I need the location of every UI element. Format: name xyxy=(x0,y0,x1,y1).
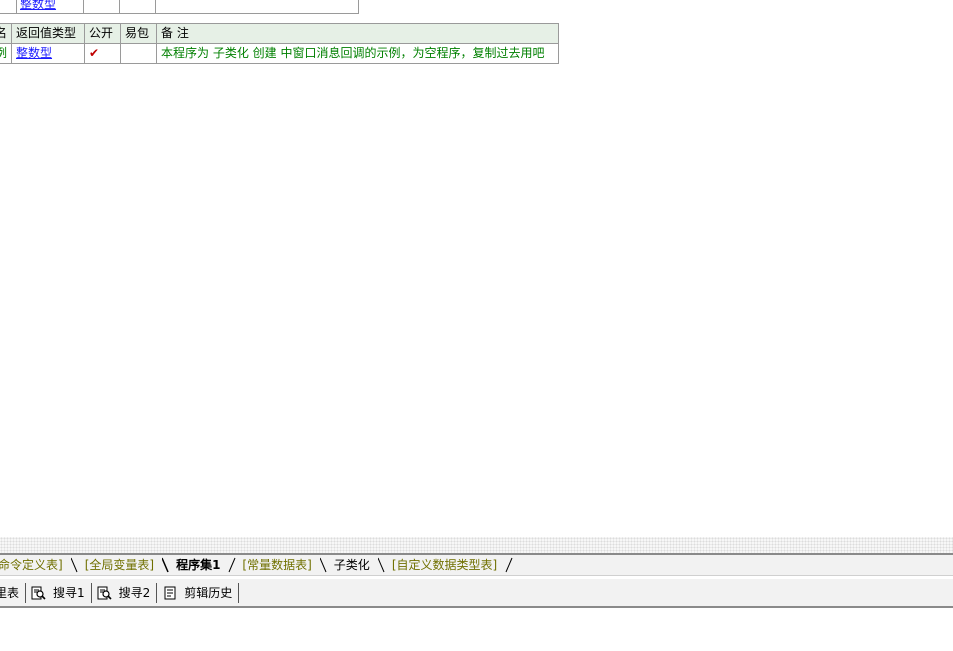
table-row: 整数型 xyxy=(0,0,359,14)
tab-separator xyxy=(377,556,386,574)
header-return-type: 返回值类型 xyxy=(11,23,85,44)
return-type-cell[interactable]: 整数型 xyxy=(16,0,84,14)
check-icon: ✔ xyxy=(89,46,100,60)
name-cell[interactable]: 例 xyxy=(0,43,12,64)
header-remark: 备 注 xyxy=(156,23,559,44)
remark-cell[interactable]: 本程序为 子类化 创建 中窗口消息回调的示例，为空程序，复制过去用吧 xyxy=(156,43,559,64)
toolbar-item-label: 搜寻2 xyxy=(118,586,151,600)
tab-constants[interactable]: [常量数据表] xyxy=(236,556,319,574)
tab-separator xyxy=(70,556,79,574)
tab-bar: 命令定义表] [全局变量表] 程序集1 [常量数据表] 子类化 [自定义数据类型… xyxy=(0,553,953,576)
table-header-row: 名 返回值类型 公开 易包 备 注 xyxy=(0,23,559,44)
header-name: 名 xyxy=(0,23,12,44)
clipboard-doc-icon xyxy=(162,586,178,600)
search1-button[interactable]: 搜寻1 xyxy=(26,582,92,603)
splitter-band[interactable] xyxy=(0,537,953,553)
tab-separator xyxy=(319,556,328,574)
table-cell[interactable] xyxy=(155,0,359,14)
easy-pack-cell[interactable] xyxy=(120,43,157,64)
tab-custom-data-types[interactable]: [自定义数据类型表] xyxy=(386,556,505,574)
bottom-toolbar: 里表 搜寻1 搜寻2 剪辑历史 xyxy=(0,578,953,608)
tab-separator xyxy=(162,556,170,574)
type-link[interactable]: 整数型 xyxy=(20,0,56,11)
tab-variable-table[interactable]: 里表 xyxy=(0,582,27,603)
editor-root: 整数型 名 返回值类型 公开 易包 备 注 例 整数型 ✔ 本程序为 子类化 创… xyxy=(0,0,953,651)
top-partial-table: 整数型 xyxy=(0,0,359,14)
table-cell[interactable] xyxy=(119,0,156,14)
search2-button[interactable]: 搜寻2 xyxy=(92,582,158,603)
tab-global-variables[interactable]: [全局变量表] xyxy=(79,556,162,574)
search-doc-icon xyxy=(31,586,47,600)
toolbar-item-label: 里表 xyxy=(0,586,20,600)
toolbar-item-label: 搜寻1 xyxy=(53,586,85,600)
tab-separator xyxy=(228,556,236,574)
search-doc-icon xyxy=(97,586,113,600)
table-cell[interactable] xyxy=(83,0,120,14)
toolbar-item-label: 剪辑历史 xyxy=(184,586,233,600)
tab-program-set-1[interactable]: 程序集1 xyxy=(170,556,228,574)
public-checkbox[interactable]: ✔ xyxy=(84,43,121,64)
header-easy-pack: 易包 xyxy=(120,23,157,44)
tab-command-definition[interactable]: 命令定义表] xyxy=(0,556,71,574)
type-link[interactable]: 整数型 xyxy=(16,46,52,60)
tab-separator xyxy=(505,556,513,574)
header-public: 公开 xyxy=(84,23,121,44)
subroutine-table: 名 返回值类型 公开 易包 备 注 例 整数型 ✔ 本程序为 子类化 创建 中窗… xyxy=(0,23,559,64)
return-type-cell[interactable]: 整数型 xyxy=(11,43,85,64)
tab-subclass[interactable]: 子类化 xyxy=(328,556,378,574)
clip-history-button[interactable]: 剪辑历史 xyxy=(157,582,240,603)
table-row: 例 整数型 ✔ 本程序为 子类化 创建 中窗口消息回调的示例，为空程序，复制过去… xyxy=(0,43,559,64)
table-cell[interactable] xyxy=(0,0,17,14)
